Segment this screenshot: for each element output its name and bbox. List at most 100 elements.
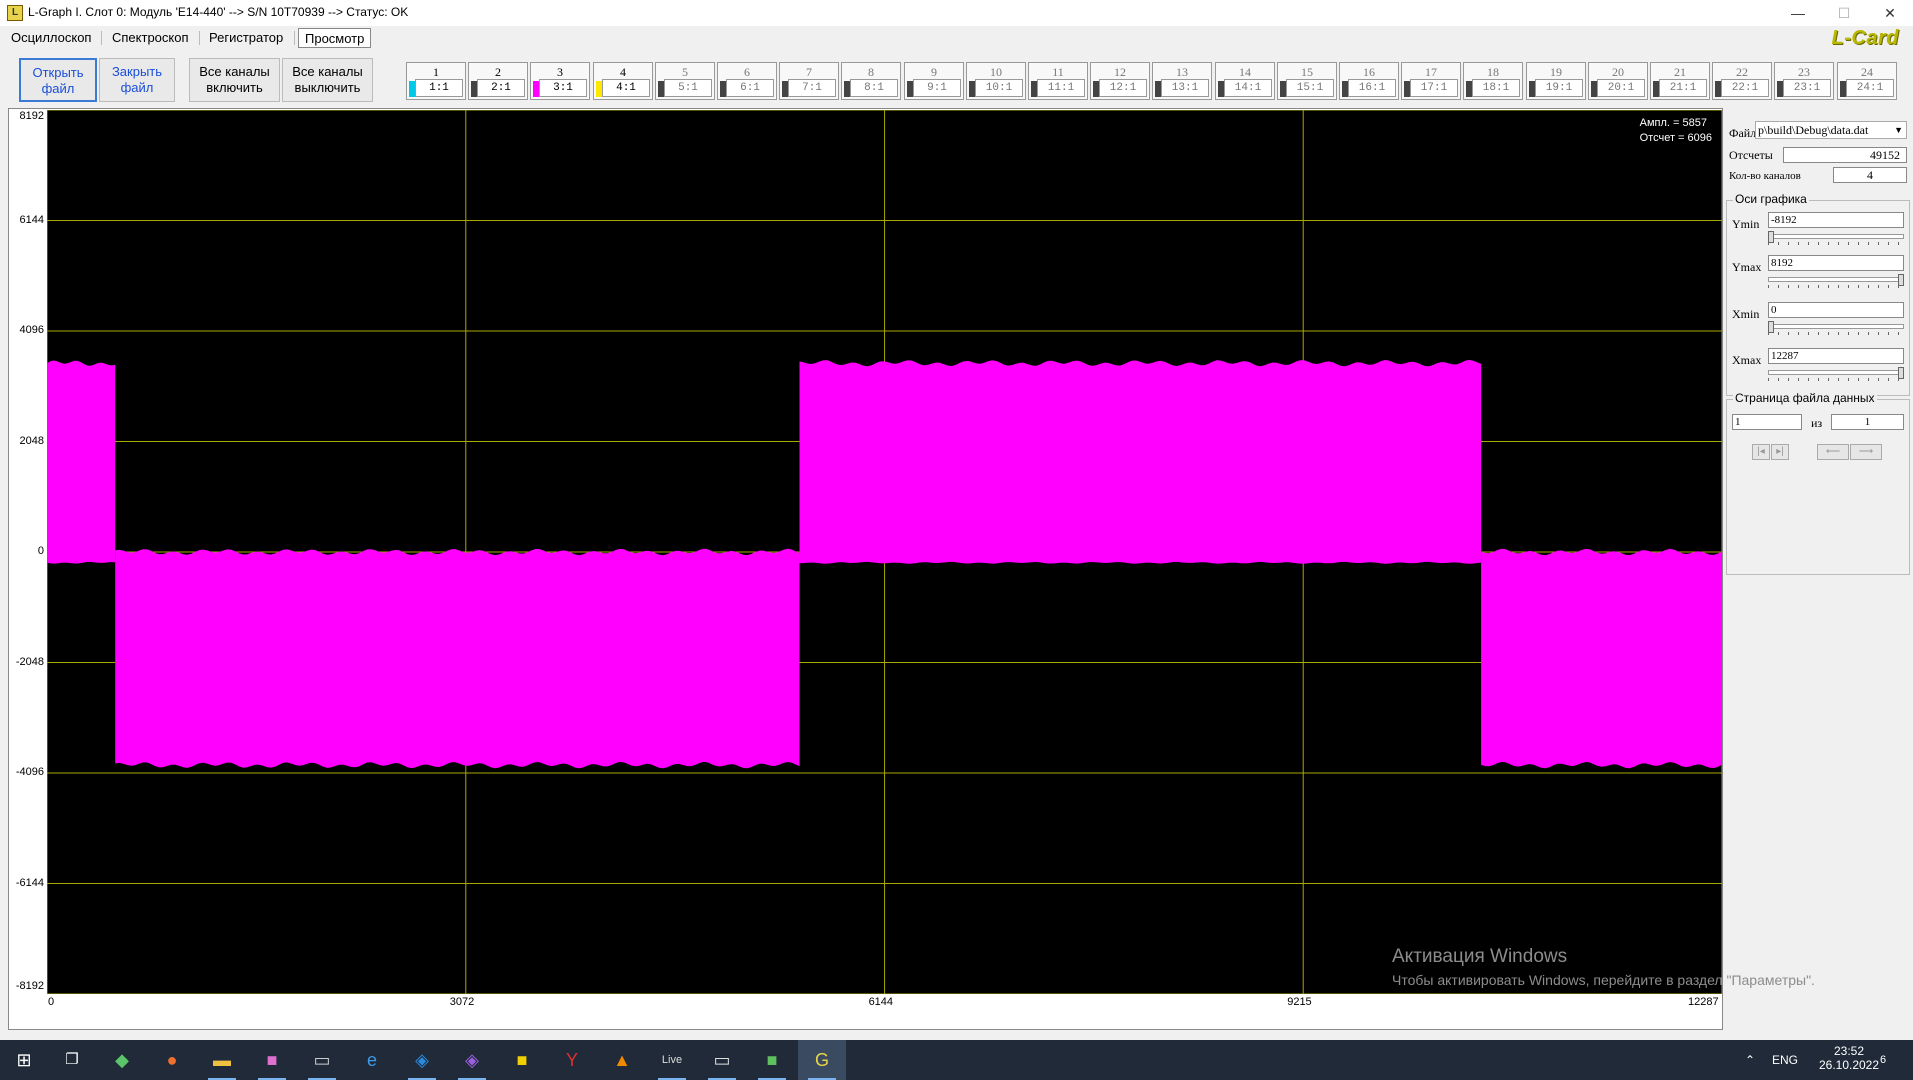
app-icon[interactable]: L <box>7 5 23 21</box>
signal-chart[interactable] <box>47 110 1722 994</box>
notepad-plus-icon[interactable]: ■ <box>748 1040 796 1080</box>
prev-page-icon[interactable]: ⟵ <box>1817 444 1849 460</box>
file-explorer-icon[interactable]: ▬ <box>198 1040 246 1080</box>
channel-4-button[interactable]: 4 4:1 <box>593 62 653 100</box>
ymin-input[interactable]: -8192 <box>1768 212 1904 228</box>
xmax-slider[interactable] <box>1768 367 1904 381</box>
first-page-icon[interactable]: |◂ <box>1752 444 1770 460</box>
window-title: L-Graph I. Слот 0: Модуль 'E14-440' --> … <box>28 5 409 19</box>
close-file-button[interactable]: Закрыть файл <box>99 58 175 102</box>
channel-13-button[interactable]: 13 13:1 <box>1152 62 1212 100</box>
app-diamond-icon[interactable]: ◆ <box>98 1040 146 1080</box>
channel-5-button[interactable]: 5 5:1 <box>655 62 715 100</box>
menu-divider <box>199 31 200 45</box>
xmin-input[interactable]: 0 <box>1768 302 1904 318</box>
oscillogram-plot[interactable]: Ампл. = 5857 Отсчет = 6096 <box>47 110 1722 994</box>
minimize-button[interactable]: — <box>1775 0 1821 26</box>
live-app-icon[interactable]: Live <box>648 1040 696 1080</box>
y-tick-label: 6144 <box>19 213 44 226</box>
channel-ratio: 17:1 <box>1410 79 1458 97</box>
lcard-logo: L-Card <box>1831 27 1899 49</box>
channel-14-button[interactable]: 14 14:1 <box>1215 62 1275 100</box>
file-path: p\build\Debug\data.dat <box>1758 123 1869 137</box>
task-view-icon[interactable]: ❐ <box>48 1040 96 1080</box>
channel-3-button[interactable]: 3 3:1 <box>530 62 590 100</box>
channel-19-button[interactable]: 19 19:1 <box>1526 62 1586 100</box>
channel-ratio: 3:1 <box>539 79 587 97</box>
page-input[interactable]: 1 <box>1732 414 1802 430</box>
sticky-notes-icon[interactable]: ■ <box>498 1040 546 1080</box>
channel-number: 24 <box>1861 65 1873 79</box>
tab-viewer[interactable]: Просмотр <box>298 28 372 48</box>
channel-9-button[interactable]: 9 9:1 <box>904 62 964 100</box>
ymin-label: Ymin <box>1732 217 1760 231</box>
channel-7-button[interactable]: 7 7:1 <box>779 62 839 100</box>
windows-start-icon[interactable]: ⊞ <box>0 1040 48 1080</box>
status-strip <box>0 1030 1913 1040</box>
channel-21-button[interactable]: 21 21:1 <box>1650 62 1710 100</box>
console-icon[interactable]: ▭ <box>698 1040 746 1080</box>
channel-16-button[interactable]: 16 16:1 <box>1339 62 1399 100</box>
ide-icon[interactable]: ■ <box>248 1040 296 1080</box>
tab-spectroscope[interactable]: Спектроскоп <box>106 28 195 48</box>
all-channels-on-button[interactable]: Все каналы включить <box>189 58 280 102</box>
channel-12-button[interactable]: 12 12:1 <box>1090 62 1150 100</box>
y-tick-label: 2048 <box>19 434 44 447</box>
maximize-button[interactable]: ☐ <box>1821 0 1867 26</box>
channel-10-button[interactable]: 10 10:1 <box>966 62 1026 100</box>
close-button[interactable]: ✕ <box>1867 0 1913 26</box>
visual-studio-icon[interactable]: ◈ <box>448 1040 496 1080</box>
x-tick-label: 0 <box>48 996 55 1008</box>
vlc-icon[interactable]: ▲ <box>598 1040 646 1080</box>
channel-11-button[interactable]: 11 11:1 <box>1028 62 1088 100</box>
channel-6-button[interactable]: 6 6:1 <box>717 62 777 100</box>
menu-divider <box>294 31 295 45</box>
xmax-input[interactable]: 12287 <box>1768 348 1904 364</box>
channel-2-button[interactable]: 2 2:1 <box>468 62 528 100</box>
channel-24-button[interactable]: 24 24:1 <box>1837 62 1897 100</box>
ymax-input[interactable]: 8192 <box>1768 255 1904 271</box>
channel-17-button[interactable]: 17 17:1 <box>1401 62 1461 100</box>
channel-number: 20 <box>1612 65 1624 79</box>
file-info-panel: Файл p\build\Debug\data.dat ▼ Отсчеты 491… <box>1723 108 1913 1030</box>
language-indicator[interactable]: ENG <box>1772 1040 1798 1080</box>
lgraph-taskbar-icon[interactable]: G <box>798 1040 846 1080</box>
terminal-icon[interactable]: ▭ <box>298 1040 346 1080</box>
next-page-icon[interactable]: ⟶ <box>1850 444 1882 460</box>
vscode-icon[interactable]: ◈ <box>398 1040 446 1080</box>
tab-recorder[interactable]: Регистратор <box>203 28 289 48</box>
channel-ratio: 4:1 <box>602 79 650 97</box>
page-total: 1 <box>1831 414 1904 430</box>
channel-20-button[interactable]: 20 20:1 <box>1588 62 1648 100</box>
clock[interactable]: 23:52 26.10.2022 <box>1808 1040 1890 1080</box>
open-file-button[interactable]: Открыть файл <box>19 58 97 102</box>
channel-ratio: 15:1 <box>1286 79 1334 97</box>
channel-1-button[interactable]: 1 1:1 <box>406 62 466 100</box>
ymax-slider[interactable] <box>1768 274 1904 288</box>
edge-browser-icon[interactable]: e <box>348 1040 396 1080</box>
app-orange-icon[interactable]: ● <box>148 1040 196 1080</box>
tab-oscilloscope[interactable]: Осциллоскоп <box>5 28 97 48</box>
axes-group-title: Оси графика <box>1733 192 1809 206</box>
file-select[interactable]: p\build\Debug\data.dat ▼ <box>1755 121 1907 139</box>
channel-number: 23 <box>1798 65 1810 79</box>
notifications-icon[interactable]: 6 <box>1880 1040 1886 1080</box>
channel-number: 7 <box>806 65 812 79</box>
channel-number: 6 <box>744 65 750 79</box>
channel-22-button[interactable]: 22 22:1 <box>1712 62 1772 100</box>
channel-number: 19 <box>1550 65 1562 79</box>
channel-ratio: 13:1 <box>1161 79 1209 97</box>
all-channels-off-button[interactable]: Все каналы выключить <box>282 58 373 102</box>
yandex-browser-icon[interactable]: Y <box>548 1040 596 1080</box>
channel-8-button[interactable]: 8 8:1 <box>841 62 901 100</box>
xmin-slider[interactable] <box>1768 321 1904 335</box>
last-page-icon[interactable]: ▸| <box>1771 444 1789 460</box>
channel-15-button[interactable]: 15 15:1 <box>1277 62 1337 100</box>
channel-18-button[interactable]: 18 18:1 <box>1463 62 1523 100</box>
channel-number: 12 <box>1114 65 1126 79</box>
ymin-slider[interactable] <box>1768 231 1904 245</box>
amplitude-readout: Ампл. = 5857 <box>1639 117 1707 129</box>
x-tick-label: 3072 <box>449 996 475 1008</box>
tray-chevron-icon[interactable]: ⌃ <box>1745 1040 1755 1080</box>
channel-23-button[interactable]: 23 23:1 <box>1774 62 1834 100</box>
